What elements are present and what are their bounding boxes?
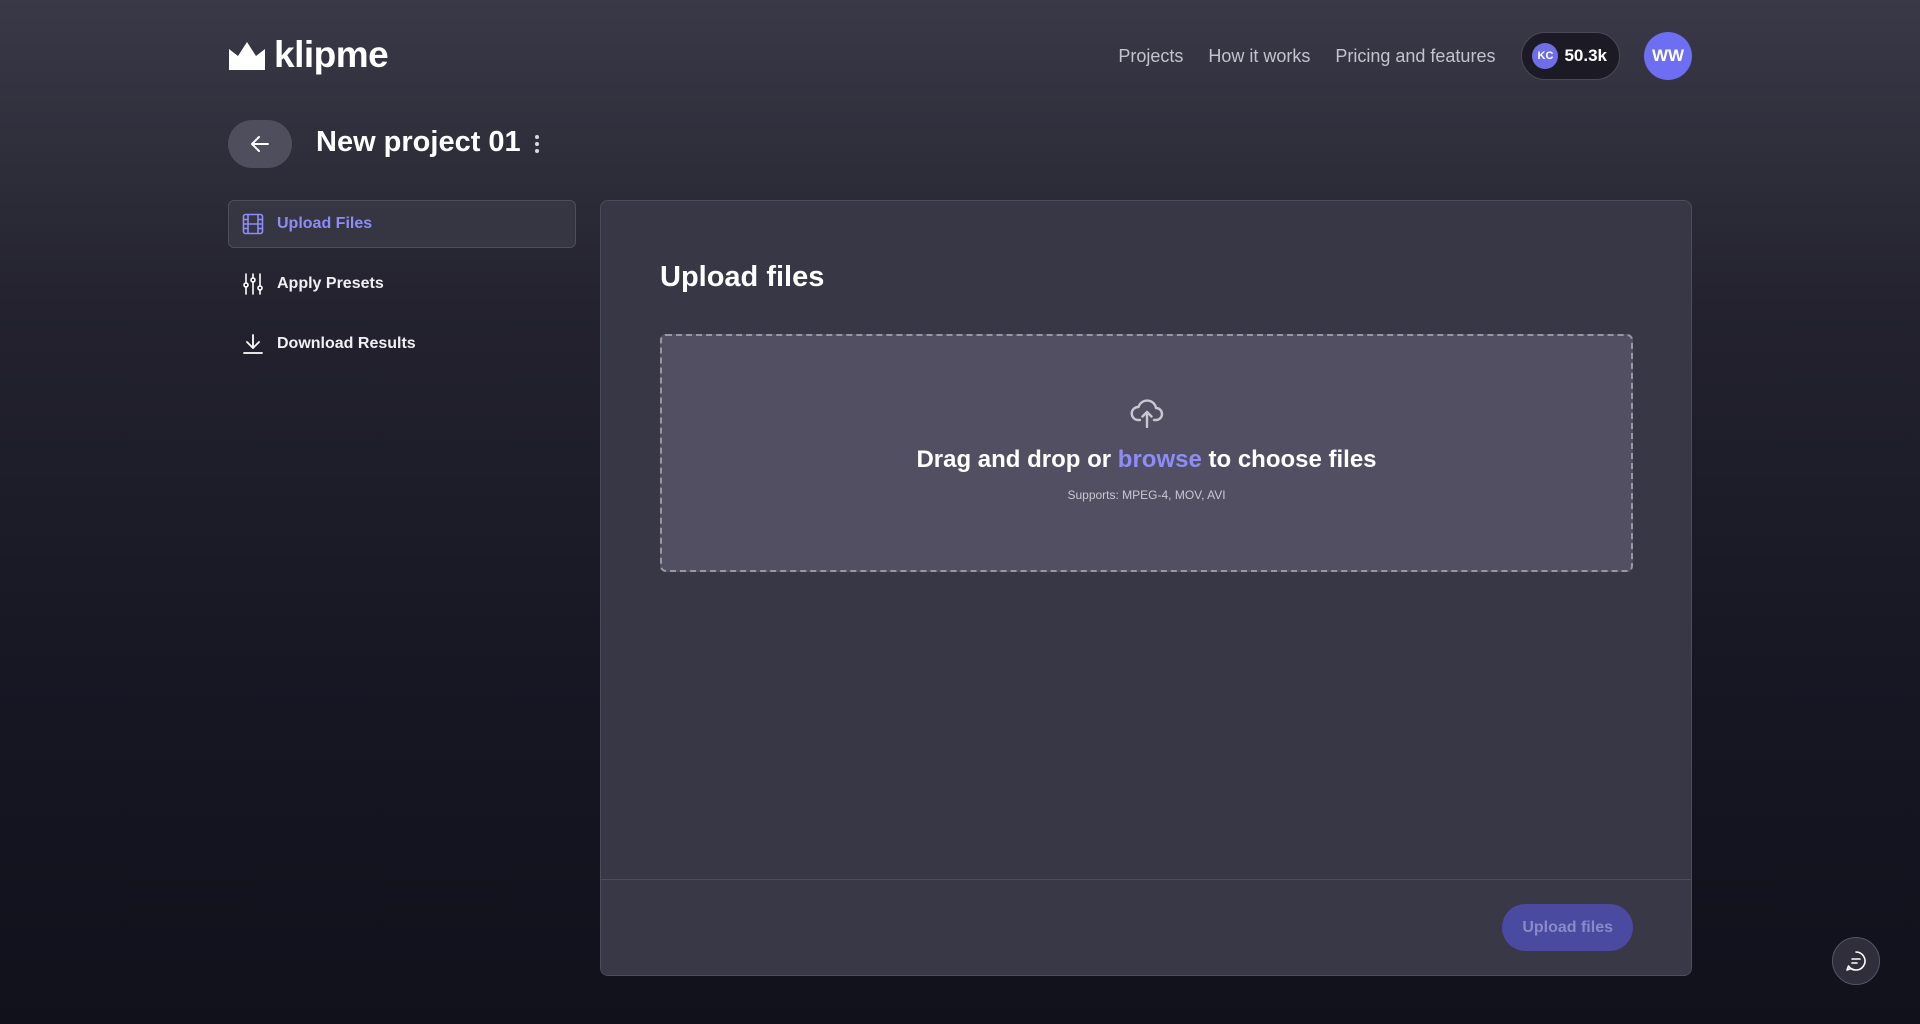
sidebar-item-label: Upload Files [277,215,373,232]
panel-footer: Upload files [601,879,1691,975]
step-sidebar: Upload Files Apply Presets Download Resu… [228,200,576,380]
dropzone-text-before: Drag and drop or [916,446,1118,473]
nav-link-projects[interactable]: Projects [1118,46,1183,67]
brand-name: klipme [274,34,389,75]
back-button[interactable] [228,120,292,168]
chat-icon [1846,951,1866,971]
sidebar-item-label: Download Results [277,335,416,352]
supported-formats: Supports: MPEG-4, MOV, AVI [1067,488,1226,502]
credits-value: 50.3k [1564,46,1607,65]
upload-panel: Upload files Drag and drop or browse to … [600,200,1692,976]
dropzone-instructions: Drag and drop or browse to choose files [916,446,1376,474]
arrow-left-icon [251,136,269,152]
cloud-upload-icon [1130,399,1163,428]
crown-logo-icon [229,42,265,70]
film-icon [241,212,265,236]
project-title: New project 01 [316,126,521,158]
brand-logo[interactable]: klipme [228,34,389,76]
sidebar-item-upload-files[interactable]: Upload Files [228,200,576,248]
nav-link-how-it-works[interactable]: How it works [1208,46,1310,67]
user-avatar[interactable]: WW [1644,32,1692,80]
nav-link-pricing[interactable]: Pricing and features [1335,46,1495,67]
sidebar-item-apply-presets[interactable]: Apply Presets [228,260,576,308]
panel-title: Upload files [660,261,825,293]
credits-badge[interactable]: KC 50.3k [1521,32,1620,80]
file-dropzone[interactable]: Drag and drop or browse to choose files … [660,334,1633,572]
credits-coin-icon: KC [1532,43,1559,69]
browse-link[interactable]: browse [1118,446,1202,473]
top-nav: Projects How it works Pricing and featur… [1118,32,1692,80]
sidebar-item-download-results[interactable]: Download Results [228,320,576,368]
project-menu-icon[interactable] [532,132,542,156]
dropzone-text-after: to choose files [1201,446,1377,473]
upload-files-button[interactable]: Upload files [1502,904,1633,951]
download-icon [241,332,265,356]
sidebar-item-label: Apply Presets [277,275,384,292]
sliders-icon [241,272,265,296]
chat-support-button[interactable] [1832,937,1880,985]
